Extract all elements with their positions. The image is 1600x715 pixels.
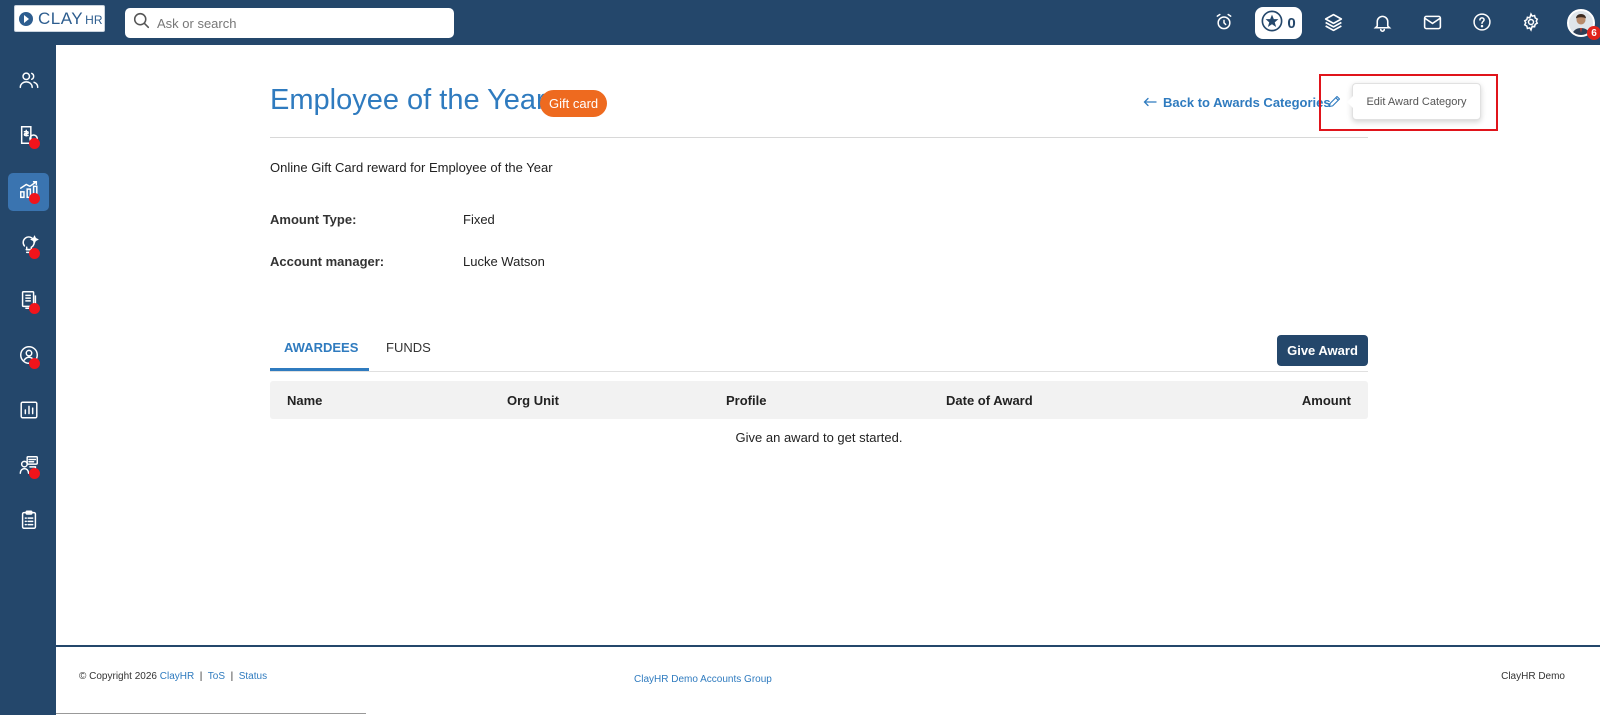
status-link[interactable]: Status bbox=[239, 671, 267, 682]
notification-dot bbox=[29, 303, 40, 314]
reports-icon bbox=[18, 399, 40, 426]
back-to-awards-link[interactable]: Back to Awards Categories bbox=[1143, 95, 1331, 110]
gear-icon[interactable] bbox=[1519, 10, 1543, 34]
search-icon bbox=[133, 12, 150, 34]
notification-dot bbox=[29, 193, 40, 204]
table-header: Name Org Unit Profile Date of Award Amou… bbox=[270, 381, 1368, 419]
column-header-org-unit[interactable]: Org Unit bbox=[507, 393, 559, 408]
clipboard-icon bbox=[18, 509, 40, 536]
footer-bottom-line bbox=[56, 713, 366, 714]
column-header-amount[interactable]: Amount bbox=[1302, 393, 1351, 408]
logo-text: CLAY bbox=[38, 8, 84, 28]
top-bar: CLAY HR 0 6 bbox=[0, 0, 1600, 45]
demo-accounts-group-link[interactable]: ClayHR Demo Accounts Group bbox=[634, 674, 772, 685]
page-title: Employee of the Year bbox=[270, 84, 546, 116]
footer-left: © Copyright 2026 ClayHR | ToS | Status bbox=[79, 671, 267, 682]
alarm-clock-icon[interactable] bbox=[1212, 10, 1236, 34]
avatar-notification-badge: 6 bbox=[1587, 26, 1600, 40]
column-header-profile[interactable]: Profile bbox=[726, 393, 766, 408]
search-input[interactable] bbox=[157, 15, 437, 31]
sidebar-item-tasks[interactable] bbox=[8, 503, 49, 541]
highlight-box bbox=[1319, 74, 1498, 131]
logo-suffix: HR bbox=[85, 12, 103, 27]
sidebar-item-performance[interactable] bbox=[8, 173, 49, 211]
amount-type-value: Fixed bbox=[463, 212, 495, 227]
account-manager-label: Account manager: bbox=[270, 254, 385, 269]
people-icon bbox=[18, 69, 40, 96]
clayhr-link[interactable]: ClayHR bbox=[160, 671, 194, 682]
footer-separator: | bbox=[230, 671, 234, 682]
sidebar-item-support[interactable] bbox=[8, 448, 49, 486]
sidebar-item-people[interactable] bbox=[8, 63, 49, 101]
mail-icon[interactable] bbox=[1420, 10, 1444, 34]
sidebar-item-documents[interactable] bbox=[8, 283, 49, 321]
sidebar-item-profile[interactable] bbox=[8, 338, 49, 376]
column-header-name[interactable]: Name bbox=[287, 393, 322, 408]
bell-icon[interactable] bbox=[1370, 10, 1394, 34]
tab-funds[interactable]: FUNDS bbox=[386, 340, 431, 355]
notification-dot bbox=[29, 468, 40, 479]
layers-icon[interactable] bbox=[1321, 10, 1345, 34]
award-type-badge: Gift card bbox=[540, 90, 608, 117]
notification-dot bbox=[29, 358, 40, 369]
back-link-label: Back to Awards Categories bbox=[1163, 95, 1331, 110]
help-icon[interactable] bbox=[1470, 10, 1494, 34]
back-arrow-icon bbox=[1143, 95, 1157, 110]
search-bar[interactable] bbox=[125, 8, 454, 38]
amount-type-label: Amount Type: bbox=[270, 212, 357, 227]
sidebar-item-reports[interactable] bbox=[8, 393, 49, 431]
star-icon bbox=[1261, 10, 1283, 37]
tabs-divider bbox=[270, 371, 1368, 372]
give-award-button[interactable]: Give Award bbox=[1277, 335, 1368, 366]
copyright-text: © Copyright 2026 bbox=[79, 671, 157, 682]
account-manager-value: Lucke Watson bbox=[463, 254, 545, 269]
sidebar-item-ideas[interactable] bbox=[8, 228, 49, 266]
stars-counter[interactable]: 0 bbox=[1255, 7, 1302, 39]
notification-dot bbox=[29, 248, 40, 259]
clayhr-logo[interactable]: CLAY HR bbox=[14, 5, 105, 32]
tos-link[interactable]: ToS bbox=[208, 671, 225, 682]
header-divider bbox=[270, 137, 1368, 138]
stars-count: 0 bbox=[1287, 14, 1296, 32]
notification-dot bbox=[29, 138, 40, 149]
column-header-date-of-award[interactable]: Date of Award bbox=[946, 393, 1033, 408]
tab-awardees[interactable]: AWARDEES bbox=[284, 340, 358, 355]
empty-table-message: Give an award to get started. bbox=[735, 430, 903, 445]
sidebar-item-payroll[interactable] bbox=[8, 118, 49, 156]
footer-separator: | bbox=[199, 671, 203, 682]
logo-mark-icon bbox=[19, 11, 33, 26]
sidebar-nav bbox=[0, 45, 56, 715]
footer: © Copyright 2026 ClayHR | ToS | Status C… bbox=[56, 645, 1600, 715]
award-description: Online Gift Card reward for Employee of … bbox=[270, 160, 553, 175]
footer-account-name: ClayHR Demo bbox=[1501, 671, 1565, 682]
